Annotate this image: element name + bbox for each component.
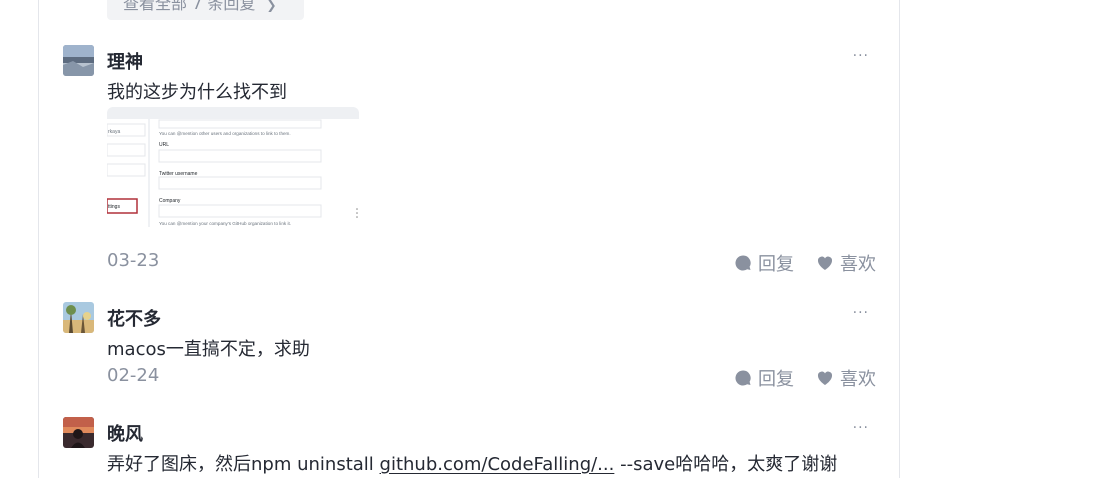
avatar[interactable]: [63, 45, 94, 76]
image-text: You can @mention your company's GitHub o…: [159, 221, 291, 226]
comment-text: 我的这步为什么找不到: [107, 82, 287, 103]
image-text: Twitter username: [159, 171, 198, 177]
comment-item: 晚风 ··· 弄好了图床，然后npm uninstall github.com/…: [63, 417, 878, 478]
more-options-icon[interactable]: ···: [853, 48, 869, 64]
comment-text: macos一直搞不定，求助: [107, 339, 310, 360]
more-options-icon[interactable]: ···: [853, 420, 869, 436]
comment-actions: 回复 喜欢: [734, 250, 876, 276]
username[interactable]: 花不多: [107, 305, 161, 331]
comment-bubble-icon: [735, 255, 751, 271]
username[interactable]: 理神: [107, 48, 143, 74]
avatar[interactable]: [63, 302, 94, 333]
like-label: 喜欢: [840, 254, 876, 275]
comment-bubble-icon: [735, 370, 751, 386]
comment-date: 03-23: [107, 250, 160, 271]
like-label: 喜欢: [840, 369, 876, 390]
image-text: Company: [159, 198, 181, 204]
reply-label: 回复: [758, 254, 794, 275]
comment-item: 花不多 ··· macos一直搞不定，求助 02-24 回复 喜欢: [63, 302, 878, 402]
heart-icon: [817, 371, 833, 385]
chevron-right-icon: ❯: [266, 0, 277, 12]
comment-link[interactable]: github.com/CodeFalling/...: [380, 454, 615, 475]
avatar[interactable]: [63, 417, 94, 448]
image-text: You can @mention other users and organiz…: [159, 131, 291, 136]
like-button[interactable]: 喜欢: [816, 365, 876, 391]
reply-button[interactable]: 回复: [734, 365, 794, 391]
comment-text-part: 弄好了图床，然后npm uninstall: [107, 454, 380, 475]
image-text: URL: [159, 142, 169, 148]
comment-item: 理神 ··· 我的这步为什么找不到 rkaya You can @mention…: [63, 45, 878, 280]
reply-button[interactable]: 回复: [734, 250, 794, 276]
view-all-label: 查看全部 7 条回复: [123, 0, 256, 13]
view-all-replies-button[interactable]: 查看全部 7 条回复 ❯: [107, 0, 304, 20]
reply-label: 回复: [758, 369, 794, 390]
like-button[interactable]: 喜欢: [816, 250, 876, 276]
image-text: ttings: [108, 204, 120, 210]
username[interactable]: 晚风: [107, 420, 143, 446]
heart-icon: [817, 256, 833, 270]
image-text: rkaya: [108, 129, 120, 135]
comment-text: 弄好了图床，然后npm uninstall github.com/CodeFal…: [107, 450, 837, 476]
comment-date: 02-24: [107, 365, 160, 386]
more-options-icon[interactable]: ···: [853, 305, 869, 321]
comment-image[interactable]: rkaya You can @mention other users and o…: [107, 107, 359, 227]
comment-actions: 回复 喜欢: [734, 365, 876, 391]
comment-text-part: --save哈哈哈，太爽了谢谢: [614, 454, 838, 475]
